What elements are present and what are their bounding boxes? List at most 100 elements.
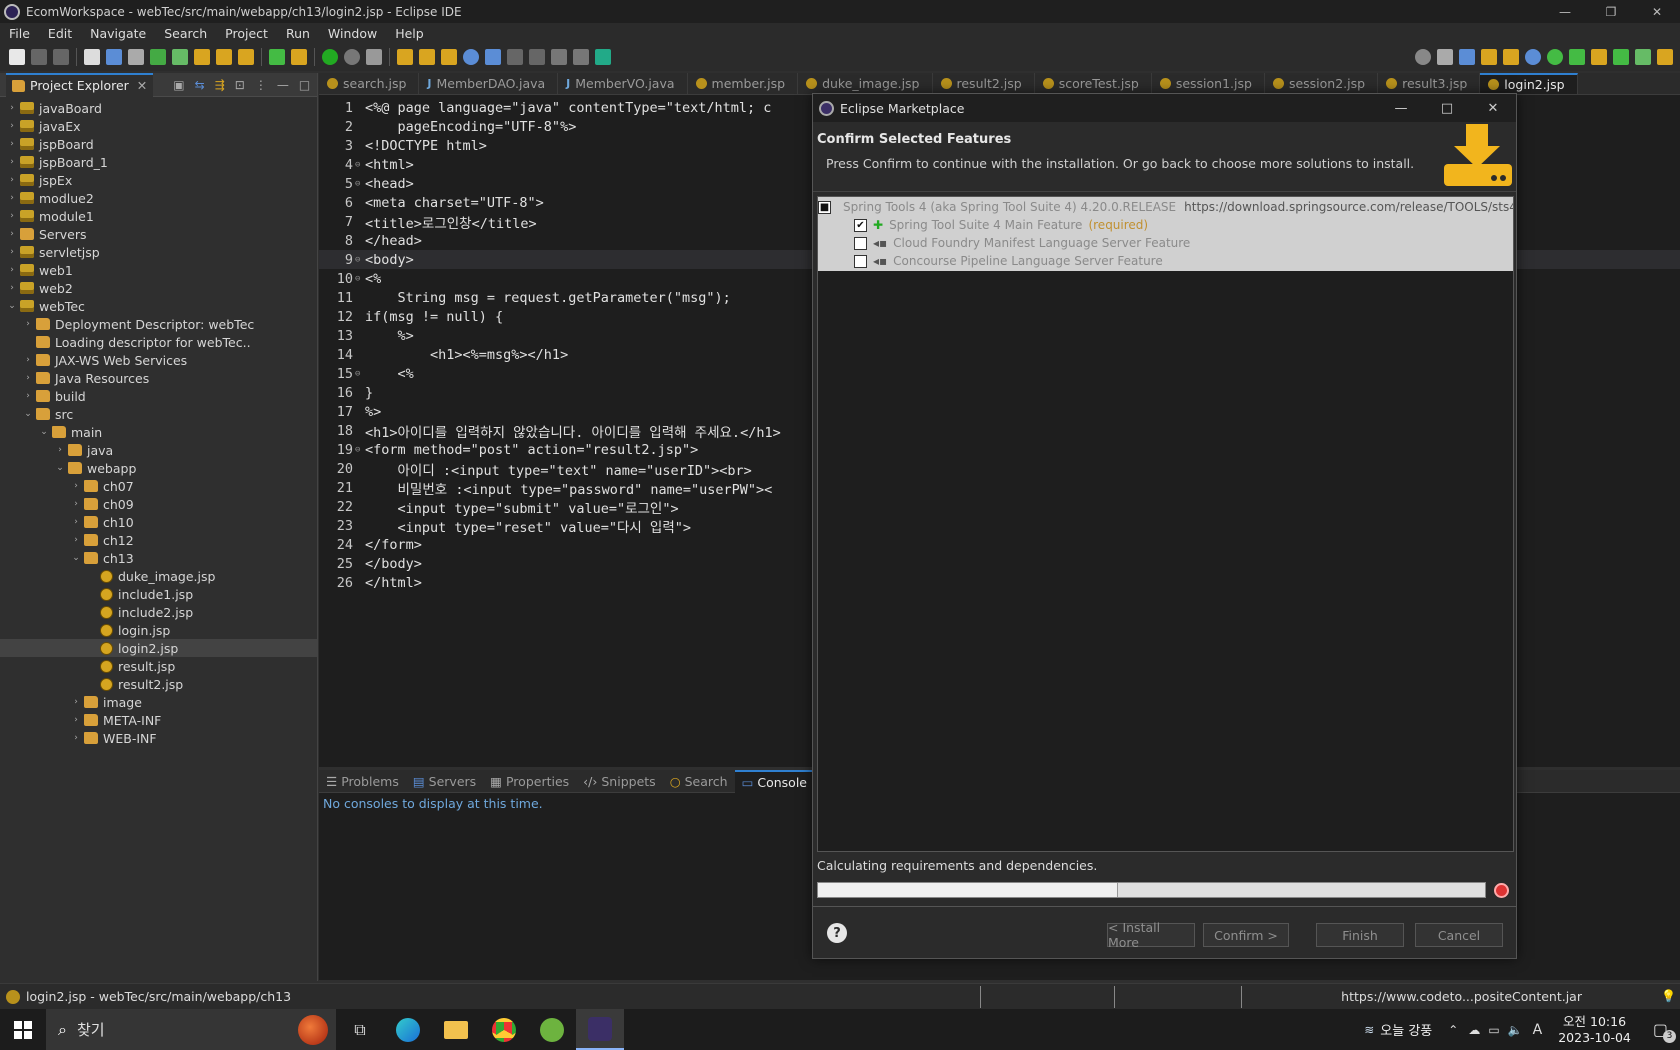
fold-marker[interactable]: ⊖ bbox=[355, 255, 365, 265]
chevron-icon[interactable]: › bbox=[70, 697, 82, 707]
editor-tab[interactable]: session1.jsp bbox=[1152, 73, 1265, 94]
tree-item[interactable]: › java bbox=[0, 441, 317, 459]
chevron-icon[interactable]: › bbox=[6, 157, 18, 167]
chevron-icon[interactable]: › bbox=[6, 247, 18, 257]
tree-item[interactable]: Loading descriptor for webTec.. bbox=[0, 333, 317, 351]
search-icon[interactable] bbox=[291, 49, 307, 65]
eclipse-taskbar-icon[interactable] bbox=[576, 1009, 624, 1050]
status-progress-url[interactable]: https://www.codeto...positeContent.jar bbox=[1341, 989, 1582, 1004]
tab-properties[interactable]: ▦ Properties bbox=[483, 770, 576, 793]
close-icon[interactable]: ✕ bbox=[137, 78, 147, 93]
chevron-icon[interactable]: › bbox=[6, 193, 18, 203]
task-icon[interactable] bbox=[441, 49, 457, 65]
chevron-icon[interactable]: ⌄ bbox=[22, 409, 34, 419]
chevron-icon[interactable]: › bbox=[70, 535, 82, 545]
chevron-icon[interactable]: › bbox=[6, 121, 18, 131]
clock[interactable]: 오전 10:16 2023-10-04 bbox=[1558, 1014, 1631, 1046]
boot-icon[interactable] bbox=[1613, 49, 1629, 65]
open-folder-icon[interactable] bbox=[397, 49, 413, 65]
chevron-icon[interactable]: › bbox=[22, 319, 34, 329]
file-explorer-icon[interactable] bbox=[432, 1009, 480, 1050]
menu-run[interactable]: Run bbox=[277, 26, 319, 41]
run-icon[interactable] bbox=[322, 49, 338, 65]
new-icon[interactable] bbox=[9, 49, 25, 65]
menu-edit[interactable]: Edit bbox=[39, 26, 81, 41]
chevron-icon[interactable]: › bbox=[70, 481, 82, 491]
pin-icon[interactable] bbox=[595, 49, 611, 65]
tree-item[interactable]: ⌄ src bbox=[0, 405, 317, 423]
terminal-icon[interactable] bbox=[128, 49, 144, 65]
spring-leaf-icon[interactable] bbox=[1635, 49, 1651, 65]
editor-tab[interactable]: member.jsp bbox=[688, 73, 799, 94]
tree-item[interactable]: › modlue2 bbox=[0, 189, 317, 207]
web-icon[interactable] bbox=[1525, 49, 1541, 65]
tree-item[interactable]: › jspBoard bbox=[0, 135, 317, 153]
editor-tab[interactable]: result2.jsp bbox=[933, 73, 1035, 94]
chevron-icon[interactable]: › bbox=[70, 733, 82, 743]
help-icon[interactable]: ? bbox=[827, 923, 847, 943]
forward-nav-icon[interactable] bbox=[529, 49, 545, 65]
dialog-close-icon[interactable]: ✕ bbox=[1470, 94, 1516, 122]
tree-item[interactable]: › module1 bbox=[0, 207, 317, 225]
chevron-icon[interactable]: › bbox=[6, 229, 18, 239]
taskbar-search[interactable]: ⌕ 찾기 bbox=[46, 1009, 336, 1050]
save-icon[interactable] bbox=[31, 49, 47, 65]
editor-tab[interactable]: duke_image.jsp bbox=[798, 73, 933, 94]
chevron-icon[interactable]: › bbox=[22, 391, 34, 401]
restore-icon[interactable]: ❐ bbox=[1588, 0, 1634, 23]
java-ee-icon[interactable] bbox=[1481, 49, 1497, 65]
feature-row-concourse[interactable]: ◂▪ Concourse Pipeline Language Server Fe… bbox=[818, 252, 1513, 270]
open-type-icon[interactable] bbox=[84, 49, 100, 65]
search-perspective-icon[interactable] bbox=[1657, 49, 1673, 65]
chevron-icon[interactable]: ⌄ bbox=[54, 463, 66, 473]
onedrive-icon[interactable]: ☁ bbox=[1468, 1023, 1480, 1037]
tree-item[interactable]: result2.jsp bbox=[0, 675, 317, 693]
chevron-icon[interactable]: › bbox=[70, 499, 82, 509]
chevron-icon[interactable]: › bbox=[6, 211, 18, 221]
tab-problems[interactable]: ☰ Problems bbox=[319, 770, 406, 793]
feature-checkbox-concourse[interactable] bbox=[854, 254, 867, 268]
left-arrow-icon[interactable] bbox=[551, 49, 567, 65]
tree-item[interactable]: ⌄ main bbox=[0, 423, 317, 441]
debug-icon[interactable] bbox=[269, 49, 285, 65]
minimize-view-icon[interactable]: — bbox=[277, 78, 289, 92]
feature-checkbox-main[interactable]: ✔ bbox=[854, 218, 867, 232]
globe-icon[interactable] bbox=[463, 49, 479, 65]
tree-item[interactable]: › javaEx bbox=[0, 117, 317, 135]
tree-item[interactable]: ⌄ webapp bbox=[0, 459, 317, 477]
tree-item[interactable]: › META-INF bbox=[0, 711, 317, 729]
tree-item[interactable]: login2.jsp bbox=[0, 639, 317, 657]
finish-button[interactable]: Finish bbox=[1316, 923, 1404, 947]
fold-marker[interactable]: ⊖ bbox=[355, 160, 365, 170]
editor-tab[interactable]: J MemberDAO.java bbox=[419, 73, 559, 94]
chevron-icon[interactable]: › bbox=[6, 103, 18, 113]
feature-row-cloudfoundry[interactable]: ◂▪ Cloud Foundry Manifest Language Serve… bbox=[818, 234, 1513, 252]
quick-access-icon[interactable] bbox=[1415, 49, 1431, 65]
tree-item[interactable]: › javaBoard bbox=[0, 99, 317, 117]
tree-item[interactable]: include1.jsp bbox=[0, 585, 317, 603]
java-icon[interactable] bbox=[1503, 49, 1519, 65]
filter-icon[interactable]: ⇶ bbox=[215, 78, 225, 92]
editor-tab[interactable]: scoreTest.jsp bbox=[1035, 73, 1152, 94]
tip-icon[interactable]: 💡 bbox=[1661, 989, 1676, 1003]
menu-window[interactable]: Window bbox=[319, 26, 386, 41]
gear-icon[interactable] bbox=[216, 49, 232, 65]
git-icon[interactable] bbox=[1591, 49, 1607, 65]
menu-file[interactable]: File bbox=[0, 26, 39, 41]
view-menu-icon[interactable]: ⋮ bbox=[255, 78, 267, 92]
link-editor-icon[interactable]: ⇆ bbox=[195, 78, 205, 92]
volume-icon[interactable]: 🔈 bbox=[1508, 1023, 1523, 1037]
marketplace-icon[interactable] bbox=[485, 49, 501, 65]
tree-item[interactable]: ⌄ ch13 bbox=[0, 549, 317, 567]
start-button[interactable] bbox=[0, 1009, 46, 1050]
tree-item[interactable]: › web1 bbox=[0, 261, 317, 279]
fold-marker[interactable]: ⊖ bbox=[355, 445, 365, 455]
tree-item[interactable]: include2.jsp bbox=[0, 603, 317, 621]
fold-marker[interactable]: ⊖ bbox=[355, 274, 365, 284]
tree-item[interactable]: › ch07 bbox=[0, 477, 317, 495]
confirm-button[interactable]: Confirm > bbox=[1203, 923, 1289, 947]
tree-item[interactable]: › JAX-WS Web Services bbox=[0, 351, 317, 369]
tree-item[interactable]: › jspBoard_1 bbox=[0, 153, 317, 171]
tree-item[interactable]: › Java Resources bbox=[0, 369, 317, 387]
back-nav-icon[interactable] bbox=[507, 49, 523, 65]
